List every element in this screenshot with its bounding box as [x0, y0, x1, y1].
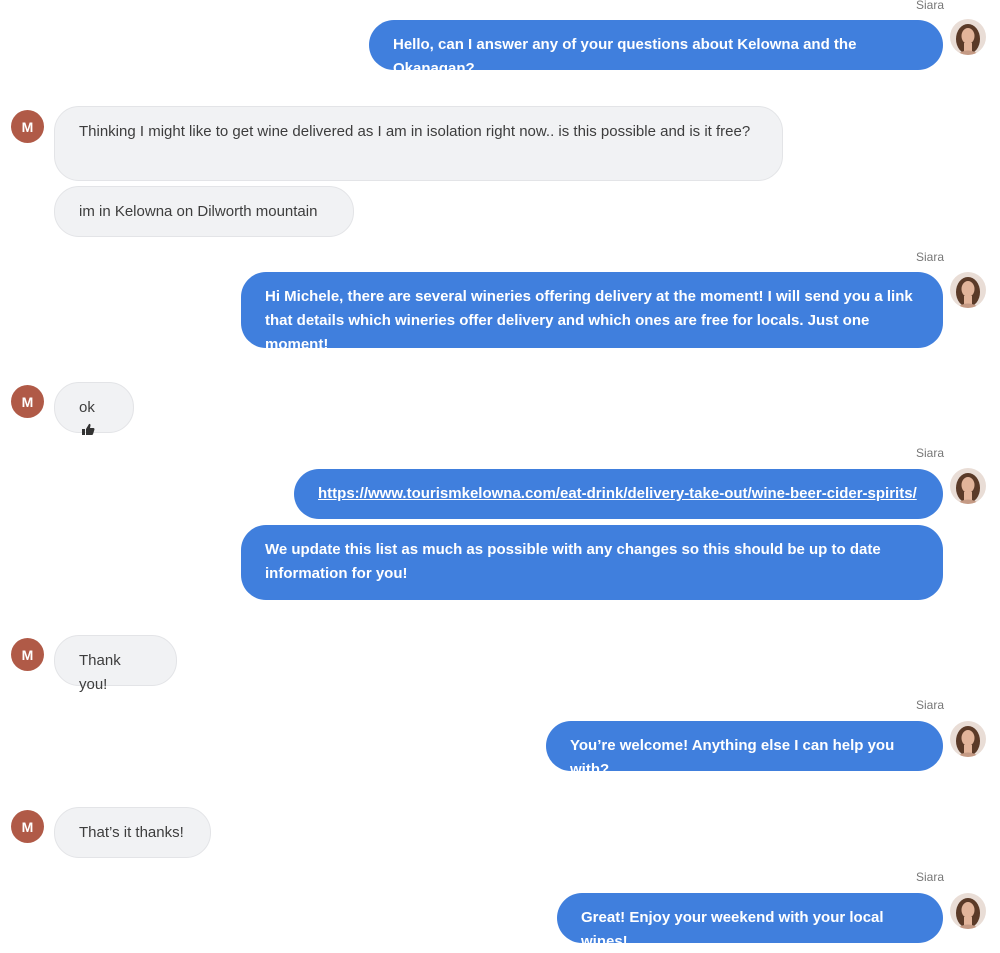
agent-avatar-photo: [950, 272, 986, 308]
user-avatar-initial: M: [21, 818, 34, 835]
agent-message: Hello, can I answer any of your question…: [369, 20, 943, 77]
agent-message: Hi Michele, there are several wineries o…: [241, 272, 943, 353]
user-message: ok: [54, 382, 134, 436]
user-avatar: M: [11, 385, 44, 418]
agent-avatar: [950, 19, 986, 55]
thumbs-up-icon: [81, 420, 95, 444]
user-avatar: M: [11, 110, 44, 143]
agent-avatar: [950, 468, 986, 504]
message-text: Thinking I might like to get wine delive…: [79, 123, 751, 140]
agent-message: We update this list as much as possible …: [241, 525, 943, 600]
agent-name-label: Siara: [915, 870, 944, 884]
agent-avatar-photo: [950, 893, 986, 929]
agent-avatar: [950, 893, 986, 929]
message-text: Hello, can I answer any of your question…: [393, 36, 857, 77]
agent-name-label: Siara: [915, 250, 944, 264]
agent-avatar-photo: [950, 468, 986, 504]
user-message: That’s it thanks!: [54, 807, 211, 858]
agent-name-label: Siara: [915, 446, 944, 460]
message-text: Great! Enjoy your weekend with your loca…: [581, 909, 884, 950]
user-avatar-initial: M: [21, 393, 34, 410]
message-text: We update this list as much as possible …: [265, 541, 881, 582]
message-text: im in Kelowna on Dilworth mountain: [79, 203, 318, 220]
user-avatar-initial: M: [21, 646, 34, 663]
message-text: You’re welcome! Anything else I can help…: [570, 737, 895, 778]
user-message: Thank you!: [54, 635, 177, 693]
delivery-list-link[interactable]: https://www.tourismkelowna.com/eat-drink…: [318, 485, 917, 502]
user-avatar: M: [11, 810, 44, 843]
user-avatar-initial: M: [21, 118, 34, 135]
agent-message: https://www.tourismkelowna.com/eat-drink…: [294, 469, 943, 519]
message-text: Thank you!: [79, 652, 121, 693]
agent-avatar: [950, 721, 986, 757]
user-message: im in Kelowna on Dilworth mountain: [54, 186, 354, 237]
agent-message: Great! Enjoy your weekend with your loca…: [557, 893, 943, 950]
message-text: That’s it thanks!: [79, 824, 184, 841]
agent-avatar-photo: [950, 19, 986, 55]
agent-avatar: [950, 272, 986, 308]
message-text: ok: [79, 399, 95, 416]
chat-transcript: Siara Hello, can I answer any of your qu…: [0, 0, 1000, 953]
agent-message: You’re welcome! Anything else I can help…: [546, 721, 943, 778]
agent-avatar-photo: [950, 721, 986, 757]
message-text: Hi Michele, there are several wineries o…: [265, 288, 913, 353]
agent-name-label: Siara: [915, 0, 944, 12]
user-message: Thinking I might like to get wine delive…: [54, 106, 783, 181]
agent-name-label: Siara: [915, 698, 944, 712]
user-avatar: M: [11, 638, 44, 671]
